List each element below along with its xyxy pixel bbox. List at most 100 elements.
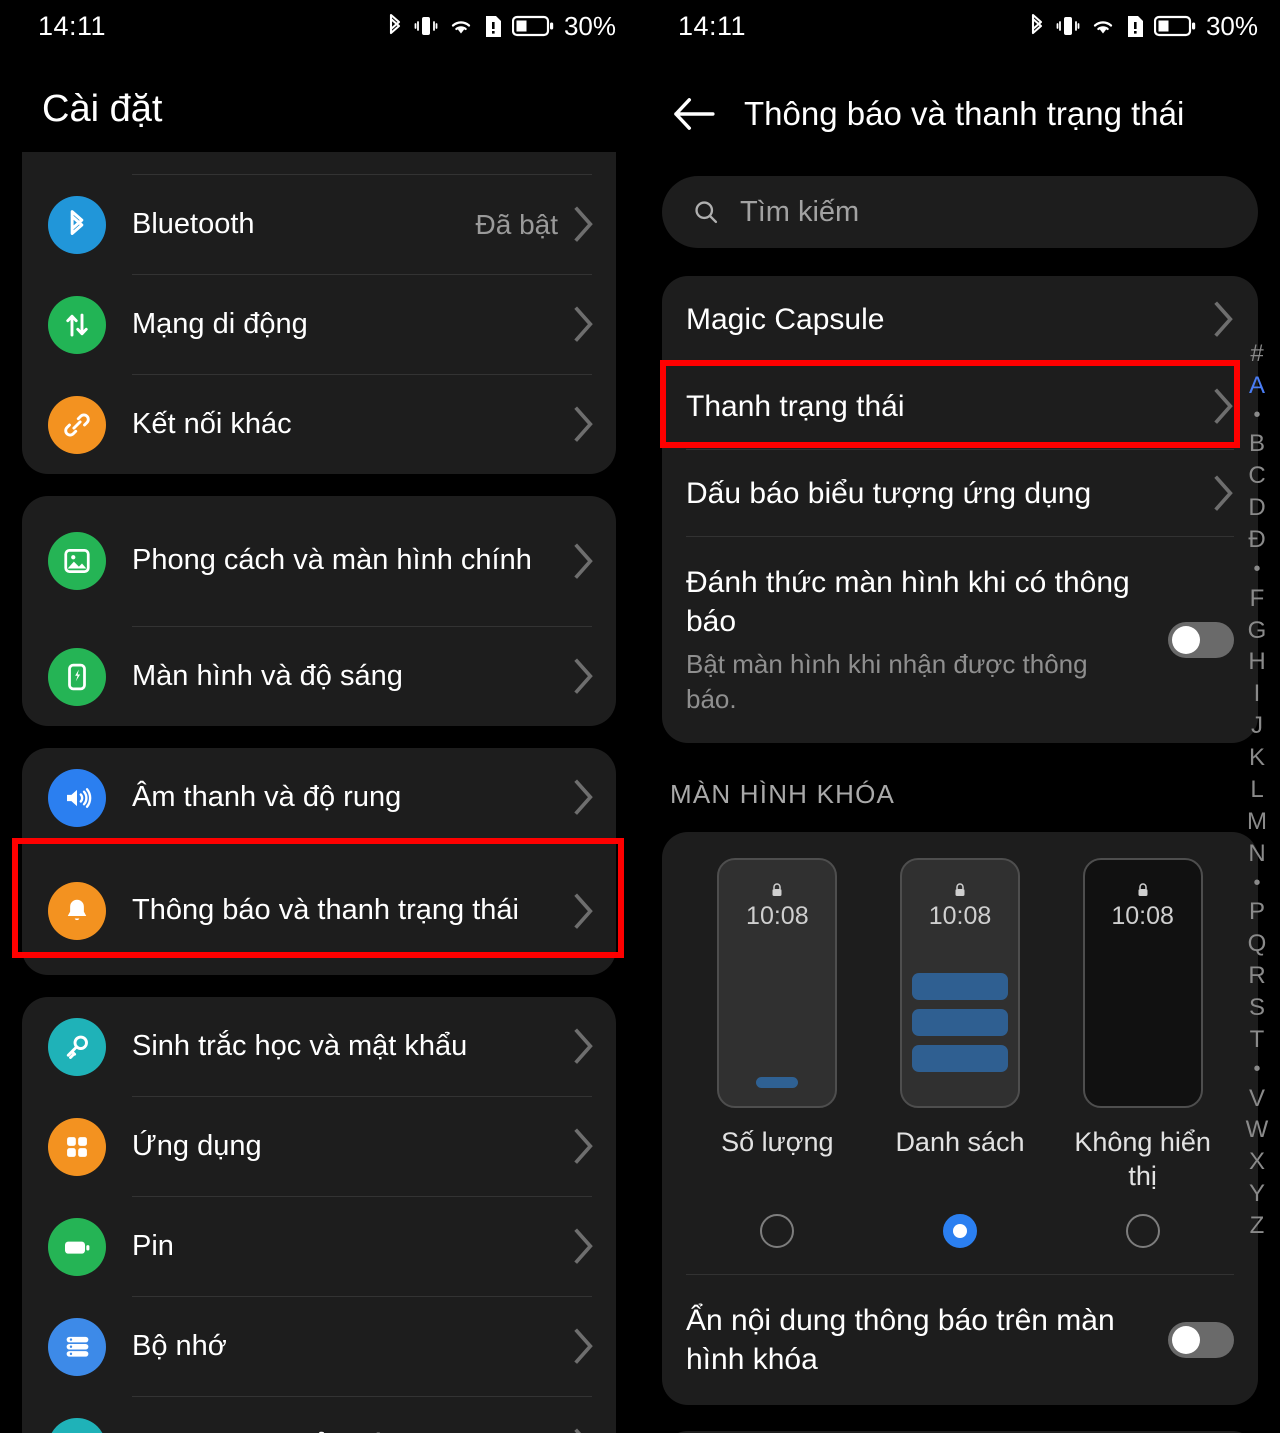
lockscreen-option-list[interactable]: 10:08 Danh sách	[875, 858, 1045, 1194]
alpha-item[interactable]: G	[1248, 615, 1267, 647]
alpha-item[interactable]: T	[1250, 1024, 1265, 1056]
detail-header: Thông báo và thanh trạng thái	[640, 52, 1280, 170]
menu-row-app-icon-badge[interactable]: Dấu báo biểu tượng ứng dụng	[662, 450, 1258, 536]
settings-row-safety-emergency[interactable]: An toàn và khẩn cấp	[22, 1397, 616, 1433]
radio-count[interactable]	[760, 1213, 795, 1248]
radio-list-selected[interactable]	[942, 1213, 977, 1248]
settings-row-label: Màn hình và độ sáng	[132, 659, 403, 692]
search-icon	[695, 201, 718, 224]
alpha-item[interactable]: •	[1253, 1056, 1260, 1083]
notification-menu-card: Magic Capsule Thanh trạng thái Dấu báo b…	[662, 276, 1258, 744]
alpha-item[interactable]: V	[1249, 1083, 1265, 1115]
lockscreen-section-header: MÀN HÌNH KHÓA	[670, 779, 896, 810]
wifi-icon	[451, 21, 471, 34]
settings-row-sound-vibration[interactable]: Âm thanh và độ rung	[22, 748, 616, 847]
vibrate-icon	[414, 17, 438, 35]
radio-cell-count	[692, 1213, 862, 1248]
status-icons: 30%	[1027, 11, 1258, 42]
settings-row-notification-statusbar[interactable]: Thông báo và thanh trạng thái	[22, 847, 616, 975]
settings-row-label: Phong cách và màn hình chính	[132, 544, 532, 577]
alpha-item[interactable]: S	[1249, 992, 1265, 1024]
alpha-item-active[interactable]: A	[1249, 370, 1265, 402]
settings-row-bluetooth[interactable]: Bluetooth Đã bật	[22, 175, 616, 274]
page-title: Cài đặt	[42, 88, 163, 130]
back-arrow-icon[interactable]	[672, 92, 716, 136]
alpha-item[interactable]: •	[1253, 870, 1260, 897]
notification-settings-scroll[interactable]: Thông báo và thanh trạng thái Tìm kiếm M…	[640, 52, 1280, 1433]
lock-icon	[772, 883, 782, 897]
alpha-item[interactable]: Đ	[1248, 524, 1265, 556]
sim-warning-icon	[485, 15, 501, 37]
toggle-knob	[1172, 626, 1200, 655]
chevron-right-icon	[574, 779, 593, 816]
settings-row-biometrics-password[interactable]: Sinh trắc học và mật khẩu	[22, 997, 616, 1096]
settings-row-storage[interactable]: Bộ nhớ	[22, 1297, 616, 1396]
alpha-item[interactable]: W	[1246, 1114, 1269, 1146]
alpha-item[interactable]: C	[1248, 460, 1265, 492]
settings-row-style-home[interactable]: Phong cách và màn hình chính	[22, 496, 616, 626]
detail-page-title: Thông báo và thanh trạng thái	[744, 95, 1185, 132]
chevron-right-icon	[574, 1128, 593, 1165]
alpha-item[interactable]: P	[1249, 896, 1265, 928]
alphabet-index[interactable]: # A • B C D Đ • F G H I J K L M N • P Q …	[1240, 338, 1274, 1242]
menu-row-label: Dấu báo biểu tượng ứng dụng	[686, 476, 1092, 510]
bluetooth-icon	[389, 13, 401, 35]
settings-row-apps[interactable]: Ứng dụng	[22, 1097, 616, 1196]
preview-time: 10:08	[1111, 902, 1174, 931]
alpha-item[interactable]: I	[1254, 678, 1261, 710]
settings-row-label: Ứng dụng	[132, 1129, 262, 1162]
alpha-item[interactable]: F	[1250, 583, 1265, 615]
display-icon	[48, 647, 106, 706]
alpha-item[interactable]: M	[1247, 806, 1267, 838]
alpha-item[interactable]: •	[1253, 402, 1260, 429]
alpha-item[interactable]: Y	[1249, 1178, 1265, 1210]
alpha-item[interactable]: J	[1251, 710, 1263, 742]
alpha-item[interactable]: D	[1248, 492, 1265, 524]
hide-content-row[interactable]: Ẩn nội dung thông báo trên màn hình khóa	[662, 1275, 1258, 1405]
alpha-item[interactable]: H	[1248, 646, 1265, 678]
notification-bar	[911, 973, 1008, 1001]
chevron-right-icon	[574, 406, 593, 443]
alpha-item[interactable]: X	[1249, 1146, 1265, 1178]
settings-row-battery[interactable]: Pin	[22, 1197, 616, 1296]
notification-bar	[911, 1009, 1008, 1037]
settings-list[interactable]: Bluetooth Đã bật Mạng di động Kết nối kh…	[0, 152, 638, 1433]
settings-panel: 14:11 30% Cài đặt Bluetooth Đã bật Mạng …	[0, 0, 640, 1433]
menu-row-magic-capsule[interactable]: Magic Capsule	[662, 276, 1258, 362]
alpha-item[interactable]: N	[1248, 838, 1265, 870]
settings-row-label: Kết nối khác	[132, 407, 292, 440]
alpha-item[interactable]: L	[1250, 774, 1263, 806]
radio-none[interactable]	[1125, 1213, 1160, 1248]
wallpaper-icon	[48, 532, 106, 590]
lockscreen-option-count[interactable]: 10:08 Số lượng	[692, 858, 862, 1194]
sim-warning-icon	[1127, 15, 1143, 37]
menu-row-status-bar[interactable]: Thanh trạng thái	[662, 363, 1258, 449]
wake-screen-row[interactable]: Đánh thức màn hình khi có thông báo Bật …	[662, 537, 1258, 743]
alpha-item[interactable]: B	[1249, 428, 1265, 460]
menu-row-label: Magic Capsule	[686, 302, 885, 336]
dual-screenshot-composite: 14:11 30% Cài đặt Bluetooth Đã bật Mạng …	[0, 0, 1280, 1433]
settings-group-display: Phong cách và màn hình chính Màn hình và…	[22, 496, 616, 726]
key-icon	[48, 1017, 106, 1076]
alpha-item[interactable]: K	[1249, 742, 1265, 774]
alpha-item[interactable]: •	[1253, 556, 1260, 583]
battery-icon	[48, 1217, 106, 1276]
settings-row-mobile-network[interactable]: Mạng di động	[22, 275, 616, 374]
wake-screen-toggle[interactable]	[1168, 622, 1234, 659]
search-input[interactable]: Tìm kiếm	[662, 176, 1258, 248]
alpha-item[interactable]: R	[1248, 960, 1265, 992]
alpha-item[interactable]: #	[1250, 338, 1263, 370]
alpha-item[interactable]: Z	[1250, 1210, 1265, 1242]
settings-row-other-connections[interactable]: Kết nối khác	[22, 375, 616, 474]
hide-content-label: Ẩn nội dung thông báo trên màn hình khóa	[686, 1303, 1115, 1376]
alpha-item[interactable]: Q	[1248, 928, 1267, 960]
radio-cell-list	[875, 1213, 1045, 1248]
chevron-right-icon	[574, 1228, 593, 1265]
lockscreen-option-none[interactable]: 10:08 Không hiển thị	[1058, 858, 1228, 1194]
settings-row-label: Mạng di động	[132, 307, 308, 340]
phone-preview-list: 10:08	[899, 858, 1020, 1109]
hide-content-toggle[interactable]	[1168, 1321, 1234, 1358]
settings-group-system: Sinh trắc học và mật khẩu Ứng dụng Pin B…	[22, 997, 616, 1433]
settings-row-display-brightness[interactable]: Màn hình và độ sáng	[22, 627, 616, 726]
lockscreen-radio-group[interactable]	[662, 1200, 1258, 1274]
